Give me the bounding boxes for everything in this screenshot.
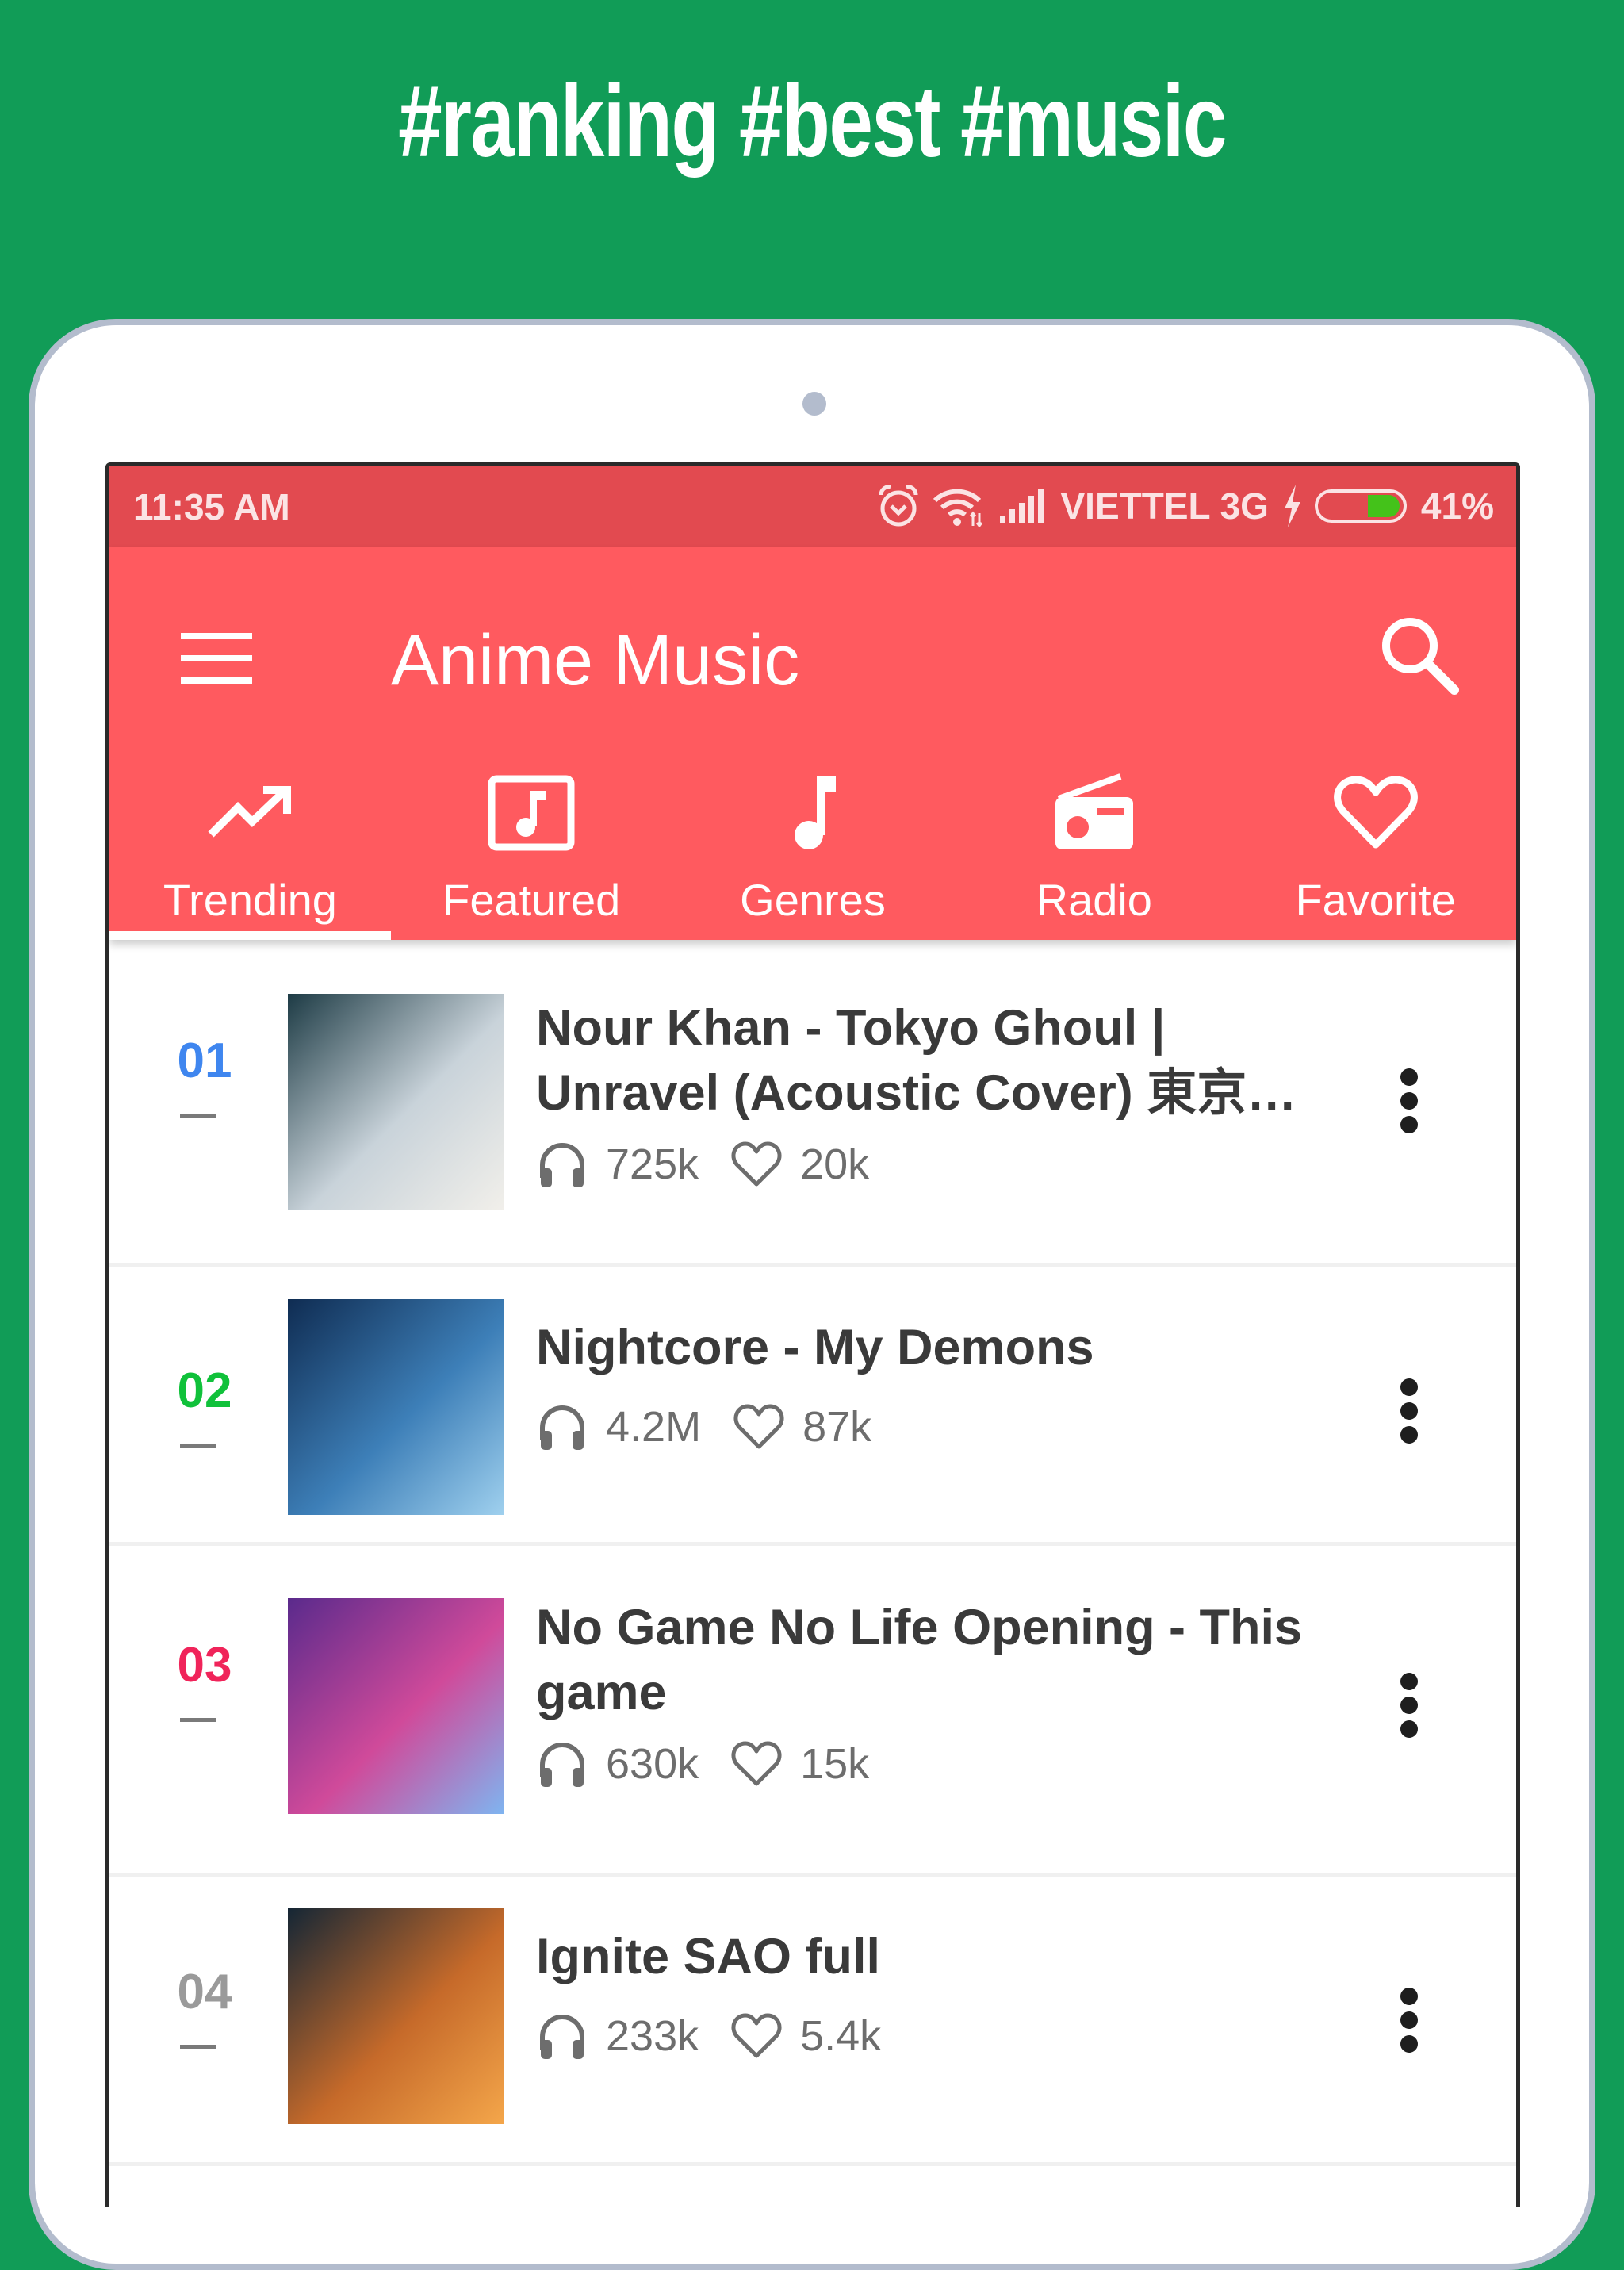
tab-radio[interactable]: Radio xyxy=(953,761,1235,940)
heart-outline-icon xyxy=(730,2012,783,2060)
play-count: 233k xyxy=(606,2012,699,2060)
tab-bar: Trending Featured Genres Radio Favorite xyxy=(109,761,1516,940)
tab-favorite[interactable]: Favorite xyxy=(1235,761,1516,940)
more-options-button[interactable] xyxy=(1393,1673,1425,1752)
front-camera xyxy=(802,392,826,416)
play-count: 725k xyxy=(606,1141,699,1188)
tab-featured[interactable]: Featured xyxy=(391,761,672,940)
more-options-button[interactable] xyxy=(1393,1988,1425,2067)
heart-outline-icon xyxy=(730,1141,783,1188)
tab-label: Genres xyxy=(740,875,886,925)
signal-icon xyxy=(1000,489,1048,523)
more-vert-icon xyxy=(1400,1673,1418,1690)
status-icons: VIETTEL 3G 41% xyxy=(878,481,1494,531)
search-icon xyxy=(1382,618,1459,695)
like-count: 5.4k xyxy=(800,2012,882,2060)
rank-number: 04 xyxy=(177,1965,232,2019)
song-row[interactable]: 02 Nightcore - My Demons 4.2M 87k xyxy=(109,1267,1516,1546)
headphones-icon xyxy=(536,1738,588,1790)
more-vert-icon xyxy=(1400,1988,1418,2005)
headphones-icon xyxy=(536,1138,588,1191)
music-note-icon xyxy=(794,776,836,849)
song-title[interactable]: Ignite SAO full xyxy=(536,1924,1326,1989)
more-vert-icon xyxy=(1400,1378,1418,1396)
search-button[interactable] xyxy=(1375,611,1462,698)
rank-trend-indicator xyxy=(180,1444,216,1448)
more-options-button[interactable] xyxy=(1393,1378,1425,1458)
tab-label: Favorite xyxy=(1295,875,1456,925)
tab-label: Featured xyxy=(442,875,621,925)
tab-genres[interactable]: Genres xyxy=(672,761,954,940)
charging-icon xyxy=(1281,485,1302,527)
music-box-icon xyxy=(488,775,575,851)
headphones-icon xyxy=(536,1401,588,1453)
app-bar: Anime Music Trending Featured Genres Rad… xyxy=(109,547,1516,940)
carrier-label: VIETTEL 3G xyxy=(1060,485,1269,527)
rank-number: 03 xyxy=(177,1638,232,1693)
status-time: 11:35 AM xyxy=(133,486,290,527)
promo-headline: #ranking #best #music xyxy=(398,65,1227,178)
rank-trend-indicator xyxy=(180,1718,216,1722)
status-bar: 11:35 AM VIETTEL 3G 41% xyxy=(109,466,1516,547)
battery-percent: 41% xyxy=(1420,485,1494,527)
song-thumbnail[interactable] xyxy=(288,994,504,1210)
trending-up-icon xyxy=(208,786,292,838)
rank-number: 01 xyxy=(177,1033,232,1088)
hamburger-menu-icon xyxy=(181,633,252,684)
app-title: Anime Music xyxy=(391,621,800,700)
radio-icon xyxy=(1055,773,1133,849)
song-row[interactable]: 04 Ignite SAO full 233k 5.4k xyxy=(109,1877,1516,2166)
song-row[interactable]: 03 No Game No Life Opening - This game 6… xyxy=(109,1546,1516,1877)
song-thumbnail[interactable] xyxy=(288,1299,504,1515)
heart-outline-icon xyxy=(1333,776,1418,849)
heart-outline-icon xyxy=(733,1403,785,1451)
wifi-icon xyxy=(932,485,987,527)
song-list: 01 Nour Khan - Tokyo Ghoul | Unravel (Ac… xyxy=(109,940,1516,2166)
alarm-icon xyxy=(878,484,919,528)
more-vert-icon xyxy=(1400,1068,1418,1086)
more-options-button[interactable] xyxy=(1393,1068,1425,1148)
tab-label: Radio xyxy=(1036,875,1152,925)
rank-trend-indicator xyxy=(180,2045,216,2049)
tab-trending[interactable]: Trending xyxy=(109,761,391,940)
song-thumbnail[interactable] xyxy=(288,1908,504,2124)
song-title[interactable]: Nightcore - My Demons xyxy=(536,1315,1326,1380)
like-count: 87k xyxy=(802,1403,872,1451)
headphones-icon xyxy=(536,2010,588,2062)
menu-button[interactable] xyxy=(177,627,256,690)
play-count: 630k xyxy=(606,1740,699,1788)
tab-label: Trending xyxy=(163,875,337,925)
song-thumbnail[interactable] xyxy=(288,1598,504,1814)
like-count: 20k xyxy=(800,1141,870,1188)
rank-number: 02 xyxy=(177,1363,232,1418)
app-screen: 11:35 AM VIETTEL 3G 41% Anime Music Tren… xyxy=(105,462,1520,2207)
rank-trend-indicator xyxy=(180,1114,216,1118)
heart-outline-icon xyxy=(730,1740,783,1788)
song-title[interactable]: No Game No Life Opening - This game xyxy=(536,1595,1326,1725)
song-title[interactable]: Nour Khan - Tokyo Ghoul | Unravel (Acous… xyxy=(536,995,1326,1125)
battery-icon xyxy=(1314,489,1408,523)
song-row[interactable]: 01 Nour Khan - Tokyo Ghoul | Unravel (Ac… xyxy=(109,940,1516,1267)
play-count: 4.2M xyxy=(606,1403,702,1451)
like-count: 15k xyxy=(800,1740,870,1788)
